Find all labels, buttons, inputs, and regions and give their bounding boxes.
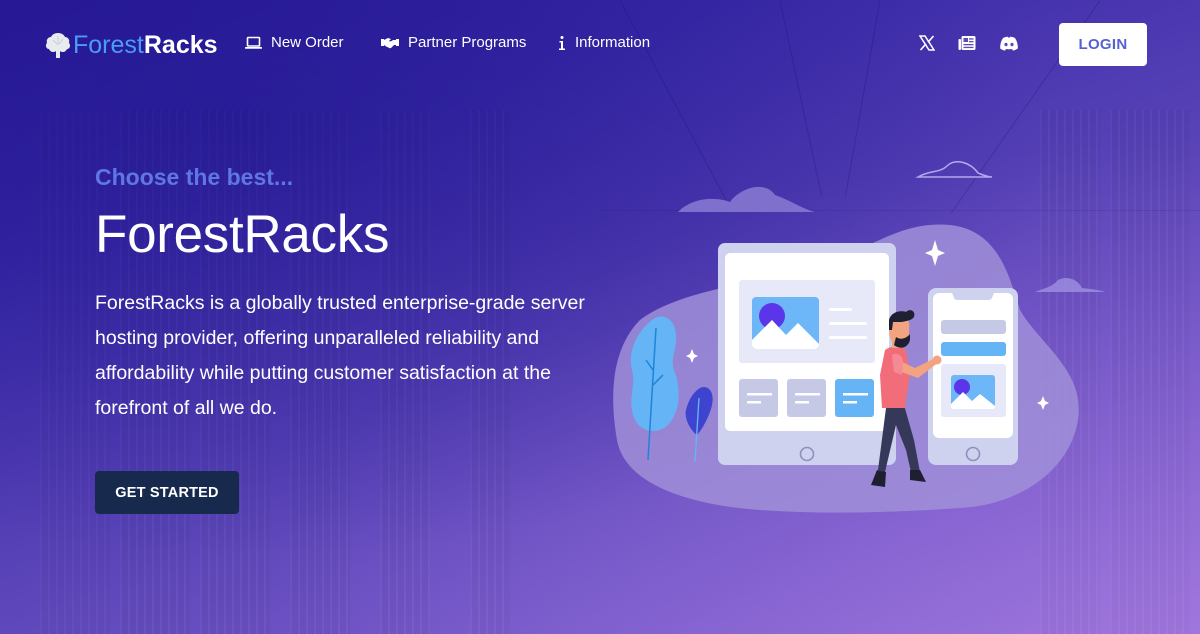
info-icon [559,35,565,50]
laptop-icon [245,36,262,49]
tree-icon [45,33,71,58]
get-started-button[interactable]: GET STARTED [95,471,239,514]
nav-information[interactable]: Information [558,34,650,51]
hero-tagline: Choose the best... [95,164,294,190]
brand-name-part1: Forest [73,30,144,59]
phone-device [928,288,1018,465]
x-twitter-link[interactable] [917,33,937,53]
nav-new-order-label: New Order [271,34,344,51]
top-nav: Forest Racks New Order Partner Programs I… [0,0,1200,88]
hero-title: ForestRacks [95,205,390,264]
newspaper-icon [958,36,976,50]
cloud-outline [915,161,993,178]
brand-logo[interactable]: Forest Racks [45,30,218,60]
cloud-shape [678,186,815,212]
brand-name-part2: Racks [143,30,218,59]
login-button[interactable]: LOGIN [1059,23,1147,66]
handshake-icon [381,37,399,48]
nav-partner-programs-label: Partner Programs [408,34,527,51]
nav-information-label: Information [575,34,651,51]
hero-illustration [613,161,1105,513]
nav-partner-programs[interactable]: Partner Programs [381,34,526,51]
tablet-device [718,243,896,465]
discord-link[interactable] [999,33,1019,53]
discord-icon [1000,36,1018,51]
blog-link[interactable] [957,33,977,53]
bg-server-rack [1110,110,1190,634]
hero-description: ForestRacks is a globally trusted enterp… [95,292,585,419]
x-twitter-icon [919,35,935,51]
nav-new-order[interactable]: New Order [245,34,344,51]
cloud-shape [1035,277,1105,292]
